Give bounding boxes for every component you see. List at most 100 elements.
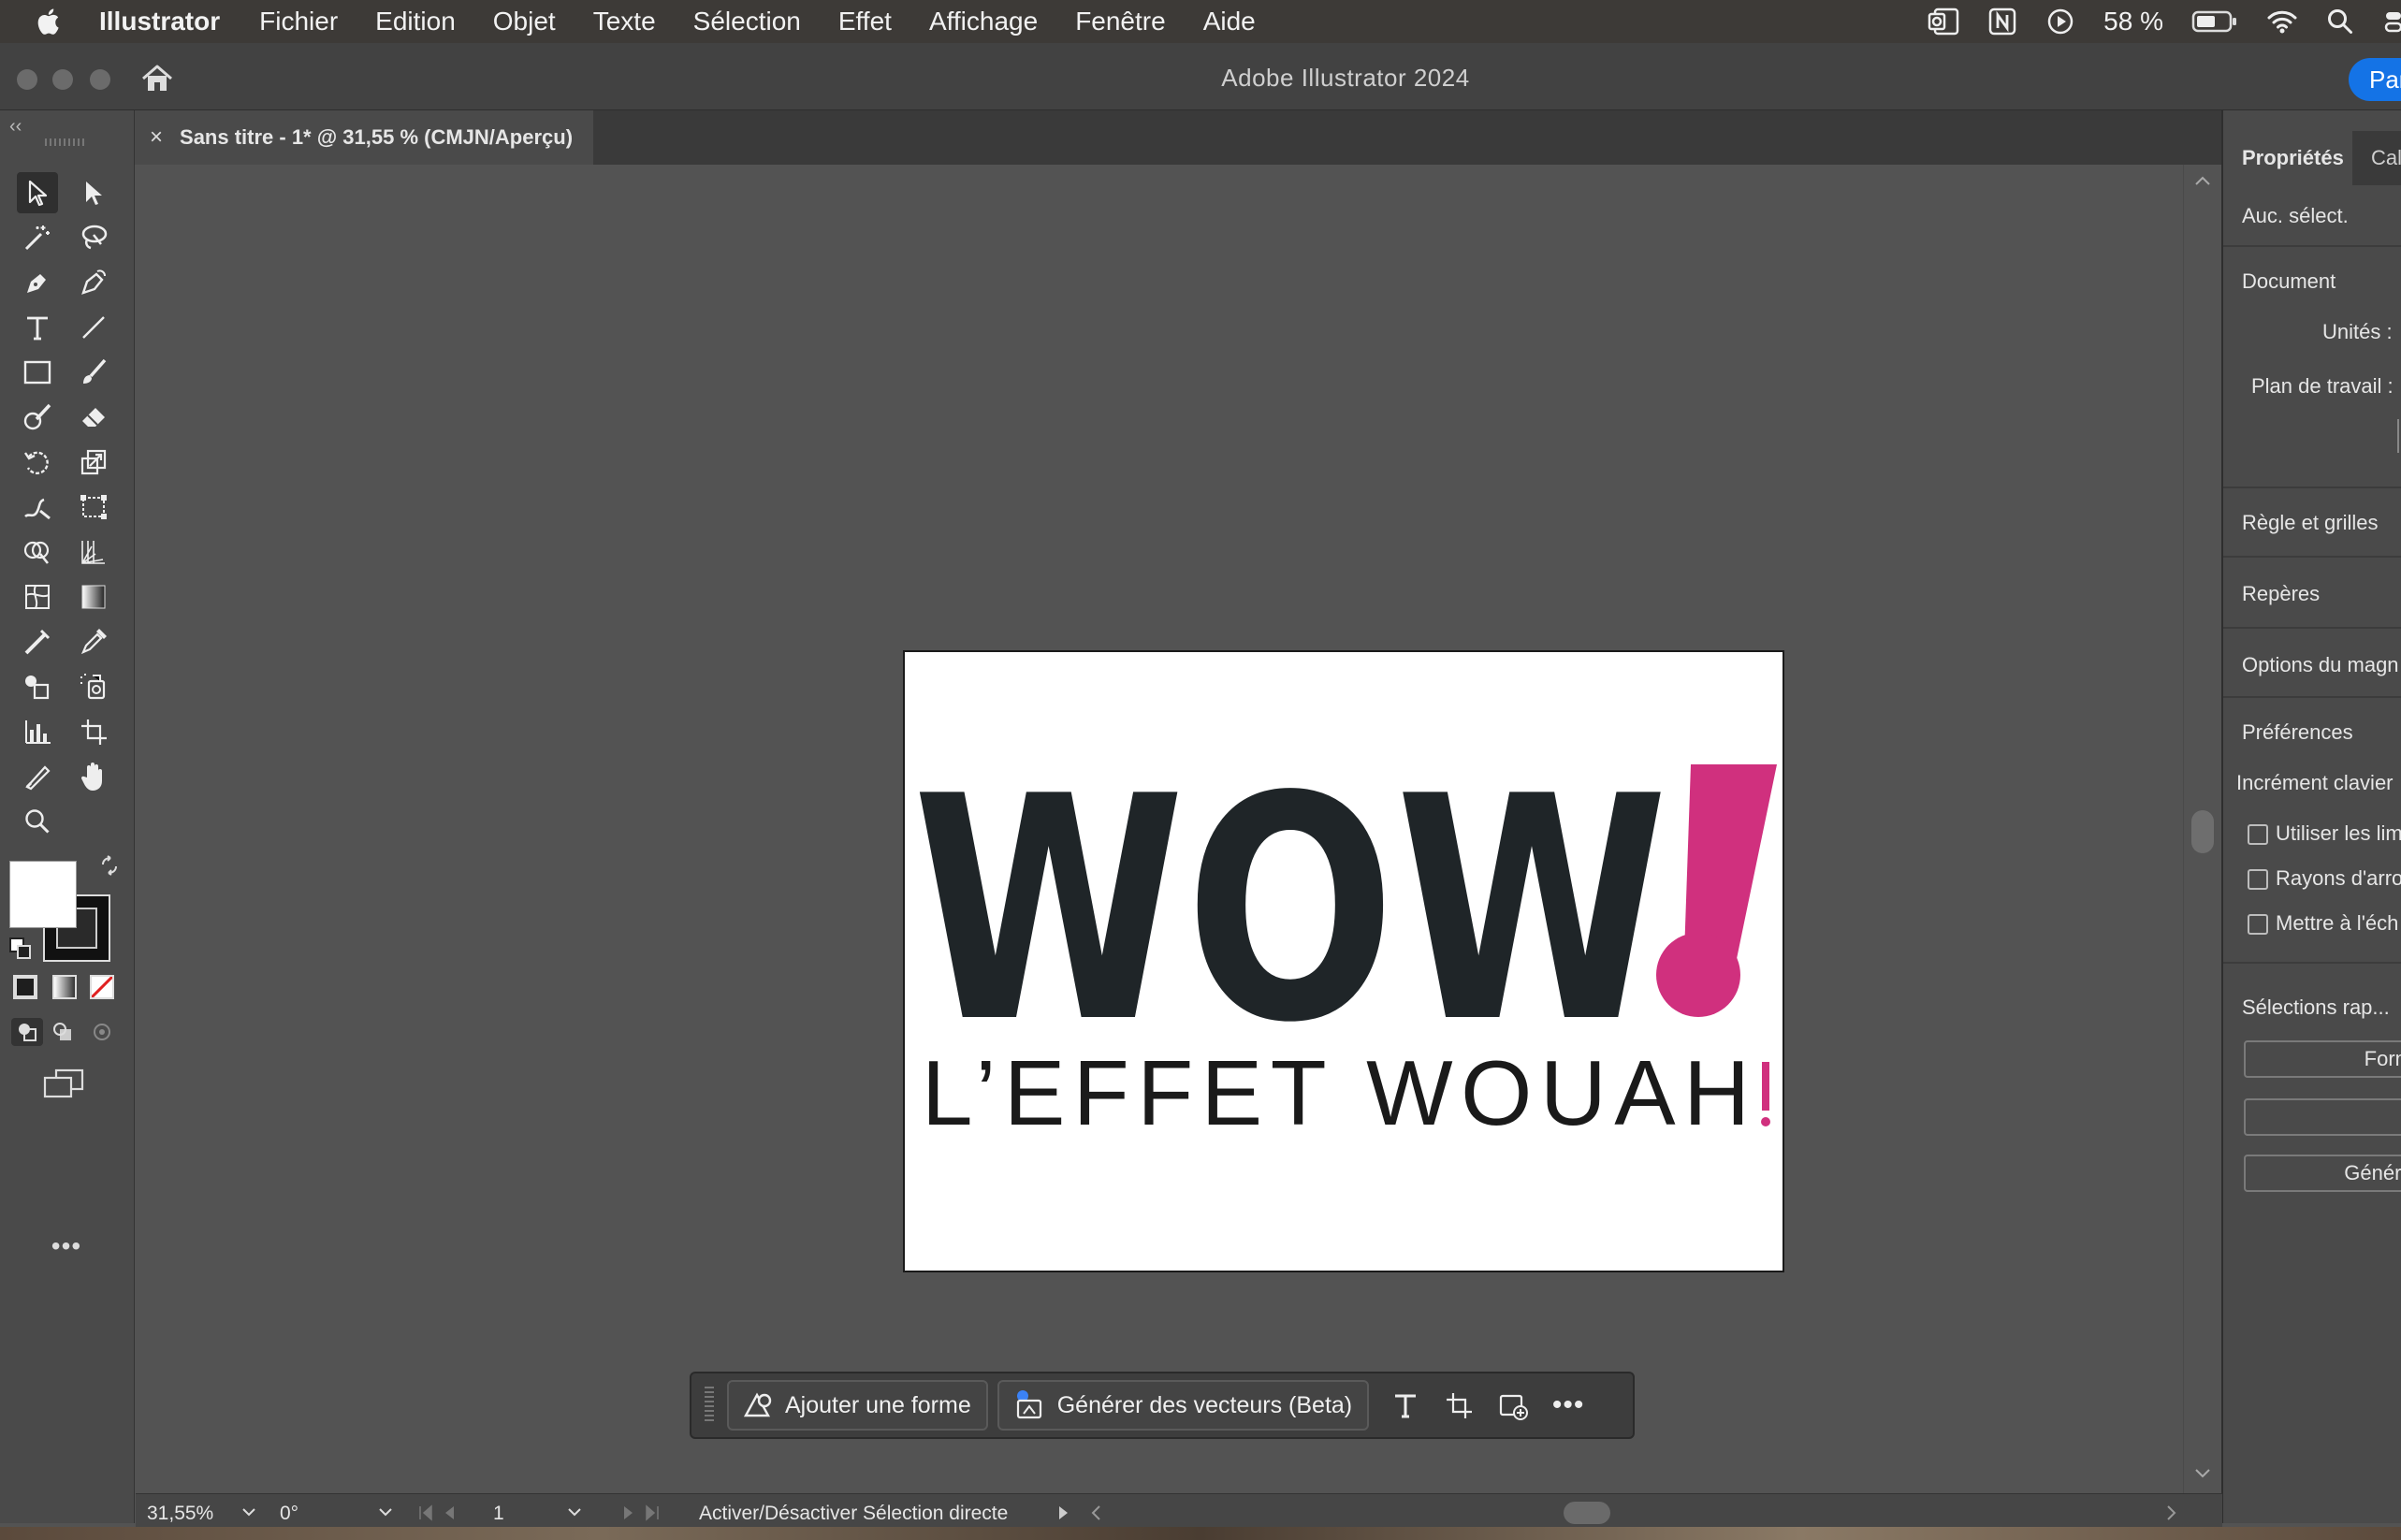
generate-vectors-button[interactable]: Générer des vecteurs (Beta) [997,1380,1370,1431]
fill-color-swatch[interactable] [9,861,77,928]
eraser-tool-icon[interactable] [73,397,114,438]
mesh-tool-icon[interactable] [17,576,58,617]
rectangle-tool-icon[interactable] [17,352,58,393]
tab-calques[interactable]: Cal [2371,131,2401,185]
column-graph-tool-icon[interactable] [17,711,58,752]
menu-fichier[interactable]: Fichier [259,7,338,36]
draw-inside-icon[interactable] [90,1020,114,1044]
live-paint-bucket-tool-icon[interactable] [17,666,58,707]
eyedropper-tool-icon[interactable] [73,621,114,662]
collapse-panel-icon[interactable]: ‹‹ [9,116,22,138]
document-tab[interactable]: × Sans titre - 1* @ 31,55 % (CMJN/Aperçu… [135,110,593,165]
slice-tool-icon[interactable] [17,756,58,797]
rotation-field[interactable]: 0° [276,1500,360,1528]
panel-grip[interactable] [45,138,86,146]
artboard-tool-icon[interactable] [73,711,114,752]
menu-selection[interactable]: Sélection [693,7,801,36]
magic-wand-tool-icon[interactable] [17,217,58,258]
gradient-tool-icon[interactable] [73,576,114,617]
tagline-text[interactable]: L’EFFET WOUAH [922,1041,1750,1144]
blend-tool-icon[interactable] [17,621,58,662]
menu-objet[interactable]: Objet [493,7,556,36]
artboard-dropdown-icon[interactable] [566,1505,583,1518]
rotate-tool-icon[interactable] [17,442,58,483]
taskbar-grip[interactable] [705,1387,714,1424]
zoom-dropdown-icon[interactable] [240,1505,257,1518]
checkbox-box[interactable] [2248,914,2268,936]
swap-fill-stroke-icon[interactable] [99,855,120,876]
apple-icon[interactable] [34,6,65,37]
pen-tool-icon[interactable] [17,262,58,303]
menu-effet[interactable]: Effet [838,7,892,36]
curvature-tool-icon[interactable] [73,262,114,303]
free-transform-tool-icon[interactable] [73,487,114,528]
draw-normal-icon[interactable] [11,1018,43,1046]
artboard[interactable]: WOW L’EFFET WOUAH [903,650,1784,1272]
app-name-menu[interactable]: Illustrator [99,7,220,36]
paintbrush-tool-icon[interactable] [73,352,114,393]
share-button[interactable]: Par [2349,58,2401,101]
battery-icon[interactable] [2191,9,2238,34]
line-segment-tool-icon[interactable] [73,307,114,348]
menu-fenetre[interactable]: Fenêtre [1075,7,1166,36]
wifi-icon[interactable] [2266,8,2298,35]
tagline-exclamation-dot[interactable] [1761,1117,1770,1126]
artboard-field-edge[interactable] [2397,419,2401,453]
perspective-grid-tool-icon[interactable] [73,531,114,573]
direct-selection-tool-icon[interactable] [73,172,114,213]
checkbox-corner-radius[interactable]: Rayons d'arro [2248,866,2401,891]
artboard-number-field[interactable]: 1 [489,1500,536,1528]
headline-exclamation-dot[interactable] [1656,933,1740,1017]
default-fill-stroke-icon[interactable] [9,937,32,960]
text-icon[interactable] [1378,1380,1433,1431]
checkbox-scale-strokes[interactable]: Mettre à l'éch [2248,911,2398,936]
headline-wow-text[interactable]: WOW [912,731,1668,1090]
notion-icon[interactable] [1987,7,2017,36]
menu-affichage[interactable]: Affichage [929,7,1038,36]
menu-texte[interactable]: Texte [593,7,656,36]
none-mode-icon[interactable] [90,975,114,999]
tab-properties[interactable]: Propriétés [2223,131,2352,185]
edit-toolbar-icon[interactable]: ••• [51,1231,82,1261]
blank-action-button[interactable] [2244,1098,2401,1136]
place-image-icon[interactable] [1487,1380,1541,1431]
snap-options-label[interactable]: Options du magn [2242,653,2399,677]
checkbox-box[interactable] [2248,869,2268,891]
scroll-down-icon[interactable] [2193,1467,2212,1480]
outlook-icon[interactable] [1928,7,1959,36]
zoom-level-field[interactable]: 31,55% [147,1500,231,1528]
close-document-icon[interactable]: × [150,124,163,151]
forms-button[interactable]: Form [2244,1040,2401,1078]
tagline-exclamation-bar[interactable] [1762,1062,1769,1111]
first-previous-artboard-icons[interactable] [416,1504,469,1522]
generate-button[interactable]: Générer [2244,1155,2401,1192]
lasso-tool-icon[interactable] [73,217,114,258]
vertical-scroll-thumb[interactable] [2191,810,2214,853]
menu-aide[interactable]: Aide [1203,7,1256,36]
vertical-scrollbar[interactable] [2183,165,2222,1493]
shape-builder-tool-icon[interactable] [17,531,58,573]
checkbox-scale-corners[interactable]: Utiliser les lim [2248,821,2401,846]
selection-tool-icon[interactable] [17,172,58,213]
scale-tool-icon[interactable] [73,442,114,483]
warp-tool-icon[interactable] [17,487,58,528]
scroll-right-icon[interactable] [2164,1504,2177,1522]
status-menu-arrow-icon[interactable] [1056,1504,1071,1522]
control-center-icon[interactable] [2382,7,2401,36]
artboard-crop-icon[interactable] [1433,1380,1487,1431]
rotation-dropdown-icon[interactable] [377,1505,394,1518]
screen-mode-icon[interactable] [43,1068,84,1098]
draw-behind-icon[interactable] [51,1020,75,1044]
scroll-left-icon[interactable] [1090,1504,1103,1522]
gradient-mode-icon[interactable] [52,975,77,999]
menu-edition[interactable]: Edition [375,7,456,36]
color-mode-icon[interactable] [13,975,37,999]
type-tool-icon[interactable] [17,307,58,348]
shaper-tool-icon[interactable] [17,397,58,438]
play-circle-icon[interactable] [2045,7,2075,36]
spotlight-search-icon[interactable] [2326,7,2354,36]
horizontal-scroll-thumb[interactable] [1564,1502,1610,1524]
more-options-icon[interactable]: ••• [1541,1380,1595,1431]
zoom-tool-icon[interactable] [17,801,58,842]
canvas-area[interactable]: WOW L’EFFET WOUAH [136,165,2204,1493]
